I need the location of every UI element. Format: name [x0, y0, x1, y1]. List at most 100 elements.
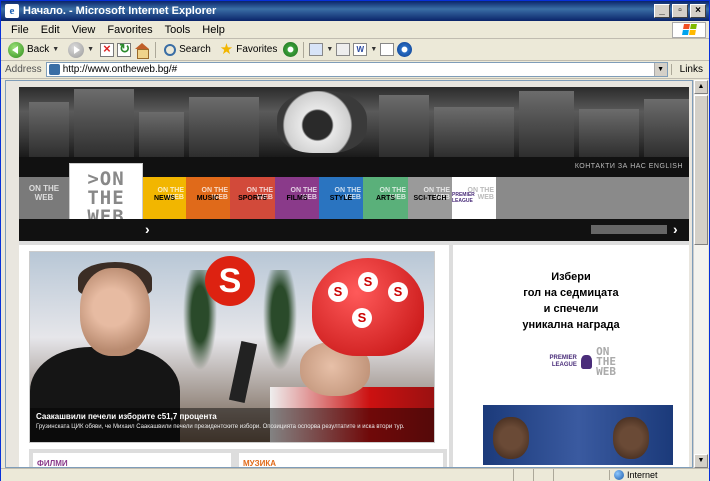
menu-file[interactable]: File	[5, 24, 35, 36]
column-divider	[449, 245, 453, 467]
nav-black-bar: › ›	[19, 219, 689, 241]
caption-text: Грузинската ЦИК обяви, че Михаил Саакашв…	[36, 424, 405, 430]
forward-dropdown-icon[interactable]: ▼	[87, 46, 94, 53]
links-button[interactable]: Links	[670, 64, 709, 75]
promo-line: уникална награда	[522, 319, 620, 331]
status-cell	[533, 469, 553, 481]
address-input[interactable]: http://www.ontheweb.bg/# ▼	[45, 62, 668, 77]
category-nav: ON THE WEB >ON THE WEB NEWS ON THE WEB M…	[19, 163, 689, 231]
rustavi-logo-sign: S	[205, 256, 255, 306]
browser-window: e Начало. - Microsoft Internet Explorer …	[0, 0, 710, 481]
nav-films[interactable]: FILMS ON THE WEB	[275, 177, 319, 219]
scroll-down-icon[interactable]: ▼	[694, 454, 708, 468]
page-icon	[48, 64, 60, 75]
nav-arts[interactable]: ARTS ON THE WEB	[363, 177, 408, 219]
promo-line: и спечели	[543, 303, 599, 315]
red-hat: S S S S	[312, 258, 424, 356]
back-button[interactable]: Back ▼	[5, 41, 62, 58]
scroll-up-icon[interactable]: ▲	[694, 80, 708, 94]
search-label: Search	[179, 44, 211, 55]
menu-tools[interactable]: Tools	[159, 24, 197, 36]
main-content: S S S S S Саакашвили печели изборите с51…	[19, 241, 689, 468]
chevron-right-icon[interactable]: ›	[145, 221, 150, 237]
nav-premier-league-label: PREMIER LEAGUE	[452, 192, 475, 204]
caption-title[interactable]: Саакашвили печели изборите с51,7 процент…	[36, 412, 428, 421]
header-links[interactable]: КОНТАКТИ ЗА НАС ENGLISH	[575, 163, 683, 170]
small-onweb-logo[interactable]: ON THE WEB	[19, 177, 69, 219]
nav-scitech[interactable]: SCI-TECH ON THE WEB	[408, 177, 452, 219]
refresh-icon[interactable]	[117, 41, 132, 57]
home-icon[interactable]	[134, 42, 150, 59]
menu-bar: File Edit View Favorites Tools Help	[1, 21, 709, 39]
minimize-button[interactable]: _	[654, 4, 670, 18]
mail-dropdown-icon[interactable]: ▼	[326, 46, 333, 53]
lion-icon	[580, 355, 593, 369]
nav-scitech-label: SCI-TECH	[413, 194, 447, 202]
toolbar-separator	[155, 41, 157, 58]
music-heading: МУЗИКА	[243, 459, 277, 468]
city-banner-image	[19, 87, 689, 157]
nav-news-label: NEWS	[154, 194, 175, 202]
discuss-icon[interactable]	[380, 43, 395, 56]
print-icon[interactable]	[336, 43, 351, 56]
zone-label: Internet	[627, 470, 658, 480]
edit-dropdown-icon[interactable]: ▼	[370, 46, 377, 53]
vertical-scrollbar[interactable]: ▲ ▼	[693, 80, 708, 468]
ie-icon: e	[5, 4, 19, 18]
nav-news[interactable]: NEWS ON THE WEB	[143, 177, 186, 219]
mail-icon[interactable]	[309, 43, 324, 56]
globe-icon	[614, 470, 624, 480]
footballers-photo[interactable]	[483, 405, 673, 465]
featured-photo[interactable]: S S S S S Саакашвили печели изборите с51…	[29, 251, 435, 443]
favorites-button[interactable]: ★ Favorites	[217, 42, 281, 57]
nav-music[interactable]: MUSIC ON THE WEB	[186, 177, 230, 219]
address-bar: Address http://www.ontheweb.bg/# ▼ Links	[1, 61, 709, 79]
big-six-logo	[277, 91, 367, 153]
onweb-wordmark: ON THE WEB	[596, 345, 616, 378]
section-boxes: ФИЛМИ МУЗИКА	[29, 449, 447, 468]
address-url: http://www.ontheweb.bg/#	[62, 64, 178, 75]
status-cell	[553, 469, 573, 481]
promo-text: Избери гол на седмицата и спечели уникал…	[459, 269, 683, 333]
search-button[interactable]: Search	[161, 43, 214, 56]
window-title: Начало. - Microsoft Internet Explorer	[23, 5, 217, 17]
menu-edit[interactable]: Edit	[35, 24, 66, 36]
back-dropdown-icon[interactable]: ▼	[52, 46, 59, 53]
maximize-button[interactable]: ▫	[672, 4, 688, 18]
films-heading: ФИЛМИ	[37, 459, 68, 468]
menu-view[interactable]: View	[66, 24, 102, 36]
standard-toolbar: Back ▼ ▼ Search ★ Favorites ▼ W ▼	[1, 39, 709, 61]
status-cell	[513, 469, 533, 481]
music-box[interactable]: МУЗИКА	[235, 449, 447, 468]
page-viewport[interactable]: КОНТАКТИ ЗА НАС ENGLISH ON THE WEB >ON T…	[5, 80, 693, 468]
media-icon[interactable]	[283, 42, 299, 57]
title-bar[interactable]: e Начало. - Microsoft Internet Explorer …	[1, 1, 709, 21]
windows-flag-icon	[672, 21, 706, 38]
promo-line: Избери	[551, 271, 591, 283]
menu-favorites[interactable]: Favorites	[101, 24, 158, 36]
menu-help[interactable]: Help	[196, 24, 231, 36]
search-icon	[164, 43, 177, 56]
premier-league-badge: PREMIER LEAGUE	[549, 355, 577, 368]
forward-button[interactable]: ▼	[65, 41, 97, 58]
stop-icon[interactable]	[100, 41, 115, 57]
favorites-label: Favorites	[236, 44, 278, 55]
nav-style-label: STYLE	[329, 194, 353, 202]
nav-premier-league[interactable]: PREMIER LEAGUE ON THE WEB	[452, 177, 496, 219]
edit-word-icon[interactable]: W	[353, 43, 368, 56]
messenger-icon[interactable]	[397, 42, 413, 57]
chevron-right-icon[interactable]: ›	[673, 221, 678, 237]
films-box[interactable]: ФИЛМИ	[29, 449, 235, 468]
nav-films-label: FILMS	[286, 194, 308, 202]
nav-sports[interactable]: SPORTS ON THE WEB	[230, 177, 275, 219]
scroll-thumb[interactable]	[694, 95, 708, 245]
back-label: Back	[27, 44, 50, 55]
security-zone: Internet	[609, 470, 709, 480]
premier-league-onweb-logo: PREMIER LEAGUE ON THE WEB	[526, 345, 616, 378]
close-button[interactable]: ×	[690, 4, 706, 18]
nav-style[interactable]: STYLE ON THE WEB	[319, 177, 363, 219]
promo-panel[interactable]: Избери гол на седмицата и спечели уникал…	[459, 251, 683, 465]
nav-music-label: MUSIC	[196, 194, 220, 202]
address-dropdown-icon[interactable]: ▼	[653, 63, 667, 76]
nav-arts-label: ARTS	[375, 194, 396, 202]
